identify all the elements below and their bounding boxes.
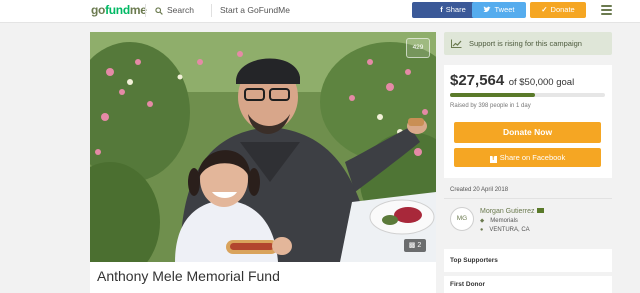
category-label[interactable]: Memorials — [490, 218, 518, 224]
organizer-avatar[interactable]: MG — [450, 207, 474, 231]
photo-count: 2 — [417, 242, 422, 249]
organizer-name-row: Morgan Gutierrez — [480, 208, 545, 215]
organizer-section: MG Morgan Gutierrez ◆ Memorials ● VENTURA,… — [444, 199, 612, 241]
first-donor-section: First Donor — [444, 276, 612, 293]
tweet-button[interactable]: Tweet — [472, 2, 526, 18]
trending-chart-icon — [451, 39, 462, 48]
donate-now-button[interactable]: Donate Now — [454, 122, 601, 143]
progress-fill — [450, 93, 536, 97]
goal-text: of $50,000 goal — [508, 77, 575, 88]
raised-amount: $27,564 of $50,000 goal — [450, 72, 574, 90]
start-gofundme-link[interactable]: Start a GoFundMe — [220, 5, 290, 16]
heart-button[interactable]: 429 — [406, 38, 430, 58]
rising-text: Support is rising for this campaign — [469, 39, 582, 48]
nav-divider — [211, 4, 212, 17]
created-date: Created 20 April 2018 — [450, 187, 509, 193]
progress-bar — [450, 93, 605, 97]
top-supporters-heading: Top Supporters — [450, 257, 498, 264]
category-row: ◆ Memorials — [480, 218, 518, 224]
facebook-icon: f — [440, 5, 443, 14]
donate-label: Donate — [550, 5, 575, 14]
share-on-facebook-label: Share on Facebook — [499, 153, 566, 162]
gofundme-logo[interactable]: gofundme — [91, 4, 147, 17]
header-donate-button[interactable]: ✓ Donate — [530, 2, 586, 18]
logo-part-go: go — [91, 3, 106, 17]
rising-banner: Support is rising for this campaign — [444, 32, 612, 55]
nav-divider — [145, 4, 146, 17]
search-link[interactable]: Search — [155, 5, 194, 16]
location-row: ● VENTURA, CA — [480, 227, 530, 233]
campaign-photo[interactable] — [90, 32, 436, 262]
location-label: VENTURA, CA — [489, 227, 530, 233]
campaign-title-area: Anthony Mele Memorial Fund — [90, 262, 436, 293]
organizer-name[interactable]: Morgan Gutierrez — [480, 208, 534, 215]
logo-part-fund: fund — [105, 3, 130, 17]
campaign-photo-illustration — [90, 32, 436, 262]
mail-icon[interactable] — [537, 208, 545, 213]
search-icon — [155, 7, 163, 15]
heart-count: 429 — [412, 44, 424, 51]
location-pin-icon: ● — [480, 227, 484, 233]
top-nav: gofundme Search Start a GoFundMe f Share … — [0, 0, 640, 23]
first-donor-heading: First Donor — [450, 281, 486, 288]
camera-icon: ▩ — [408, 242, 416, 249]
share-label: Share — [445, 5, 466, 14]
tweet-label: Tweet — [494, 5, 515, 14]
raised-by-text: Raised by 398 people in 1 day — [450, 103, 531, 109]
raised-value: $27,564 — [450, 72, 505, 89]
tag-icon: ◆ — [480, 218, 485, 224]
hamburger-menu-icon[interactable] — [601, 5, 612, 17]
photo-count-badge[interactable]: ▩ 2 — [404, 239, 426, 252]
twitter-bird-icon — [483, 6, 492, 13]
top-supporters-section: Top Supporters — [444, 249, 612, 272]
donation-card: $27,564 of $50,000 goal Raised by 398 pe… — [444, 65, 612, 178]
facebook-icon: f — [489, 156, 497, 163]
campaign-title: Anthony Mele Memorial Fund — [97, 268, 280, 284]
check-icon: ✓ — [541, 5, 548, 14]
search-label: Search — [167, 5, 194, 15]
share-on-facebook-button[interactable]: f Share on Facebook — [454, 148, 601, 167]
